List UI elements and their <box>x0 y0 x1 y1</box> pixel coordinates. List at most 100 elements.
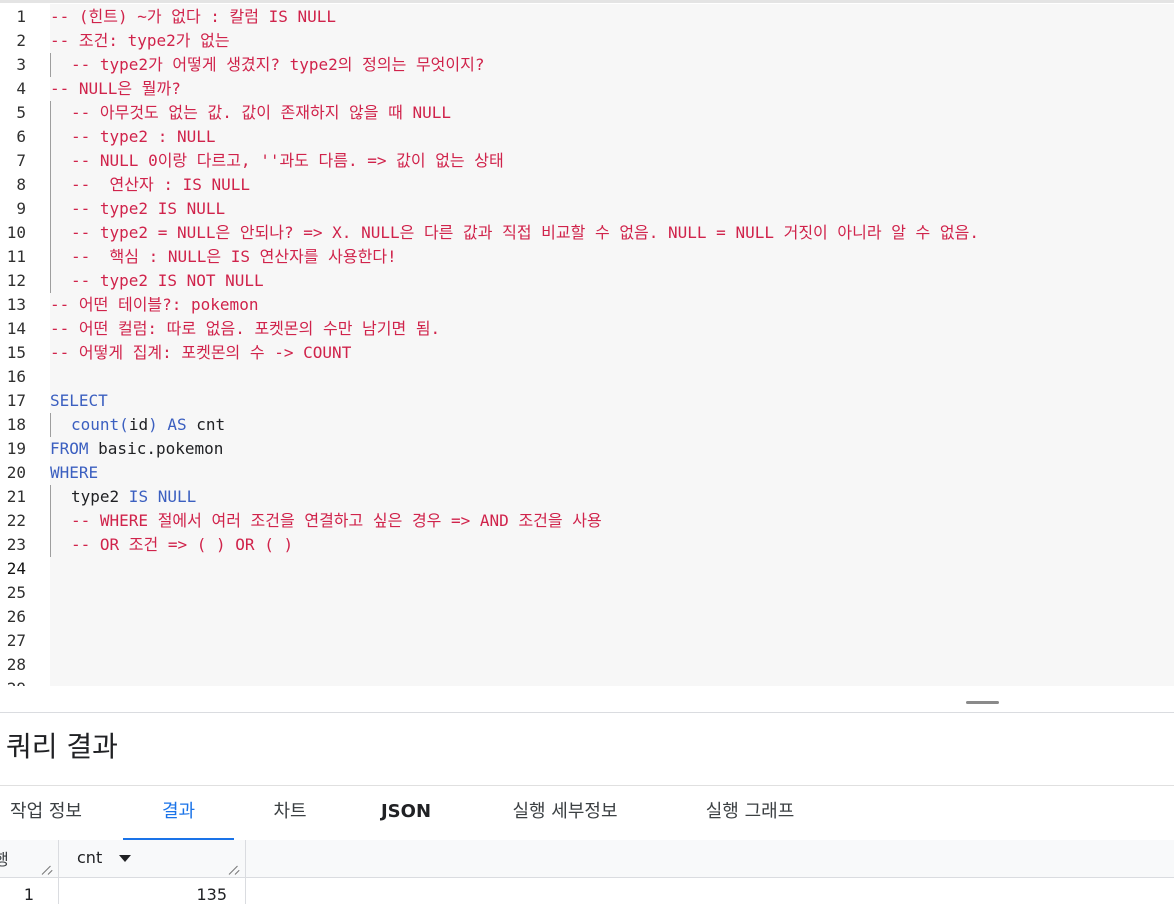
code-text: count(id) AS cnt <box>71 413 225 437</box>
drag-handle-icon[interactable] <box>966 701 999 704</box>
code-line: 25 <box>0 581 1174 605</box>
column-resize-icon[interactable] <box>229 863 241 875</box>
indent-guide <box>50 149 51 173</box>
column-header-cnt[interactable]: cnt <box>59 840 246 877</box>
code-line: 19 FROM basic.pokemon <box>0 437 1174 461</box>
line-number: 1 <box>16 7 26 26</box>
line-number: 28 <box>6 655 26 674</box>
code-text: -- OR 조건 => ( ) OR ( ) <box>71 533 293 557</box>
line-number: 11 <box>6 247 26 266</box>
indent-guide <box>50 533 51 557</box>
comment-token: -- OR 조건 => ( ) OR ( ) <box>71 535 294 554</box>
line-number: 22 <box>6 511 26 530</box>
code-line: 27 <box>0 629 1174 653</box>
keyword-token: FROM <box>50 439 89 458</box>
code-text: FROM basic.pokemon <box>50 437 223 461</box>
comment-token: -- 어떤 테이블?: pokemon <box>50 295 259 314</box>
tab-job-info[interactable]: 작업 정보 <box>0 786 92 840</box>
code-text: -- type2 IS NOT NULL <box>71 269 264 293</box>
line-number: 21 <box>6 487 26 506</box>
line-number: 25 <box>6 583 26 602</box>
code-text: type2 IS NULL <box>71 485 196 509</box>
code-line: 26 <box>0 605 1174 629</box>
identifier-token: cnt <box>196 415 226 434</box>
line-number: 24 <box>6 559 26 578</box>
code-line: 28 <box>0 653 1174 677</box>
tab-json[interactable]: JSON <box>360 786 452 840</box>
indent-guide <box>50 197 51 221</box>
code-text: -- 핵심 : NULL은 IS 연산자를 사용한다! <box>71 245 397 269</box>
code-line: 24 <box>0 557 1174 581</box>
indent-guide <box>50 269 51 293</box>
code-text: -- (힌트) ~가 없다 : 칼럼 IS NULL <box>50 5 336 29</box>
comment-token: -- NULL은 뭘까? <box>50 79 181 98</box>
comment-token: -- type2 = NULL은 안되나? => X. NULL은 다른 값과 … <box>71 223 979 242</box>
line-number: 23 <box>6 535 26 554</box>
line-number: 10 <box>6 223 26 242</box>
sql-editor[interactable]: 1 -- (힌트) ~가 없다 : 칼럼 IS NULL 2 -- 조건: type2… <box>0 4 1174 686</box>
cell-cnt[interactable]: 135 <box>59 878 246 904</box>
code-line: 13 -- 어떤 테이블?: pokemon <box>0 293 1174 317</box>
code-text: SELECT <box>50 389 108 413</box>
code-line: 21 type2 IS NULL <box>0 485 1174 509</box>
code-line: 1 -- (힌트) ~가 없다 : 칼럼 IS NULL <box>0 5 1174 29</box>
table-row: 1 135 <box>0 878 1174 904</box>
code-line: 17 SELECT <box>0 389 1174 413</box>
indent-guide <box>50 53 51 77</box>
tab-execution-details[interactable]: 실행 세부정보 <box>490 786 640 840</box>
pane-splitter[interactable] <box>0 686 1174 713</box>
code-line: 18 count(id) AS cnt <box>0 413 1174 437</box>
code-line: 9 -- type2 IS NULL <box>0 197 1174 221</box>
comment-token: -- 어떻게 집계: 포켓몬의 수 -> COUNT <box>50 343 352 362</box>
code-text: -- 어떤 테이블?: pokemon <box>50 293 258 317</box>
results-tabs: 작업 정보 결과 차트 JSON 실행 세부정보 실행 그래프 <box>0 785 1174 841</box>
line-number: 27 <box>6 631 26 650</box>
code-text: -- type2 : NULL <box>71 125 216 149</box>
code-line: 2 -- 조건: type2가 없는 <box>0 29 1174 53</box>
identifier-token: type2 <box>71 487 120 506</box>
code-line: 12 -- type2 IS NOT NULL <box>0 269 1174 293</box>
code-text: -- type2 IS NULL <box>71 197 225 221</box>
tab-execution-graph[interactable]: 실행 그래프 <box>680 786 820 840</box>
line-number: 26 <box>6 607 26 626</box>
tab-results[interactable]: 결과 <box>123 786 234 841</box>
comment-token: -- type2 : NULL <box>71 127 216 146</box>
keyword-token: SELECT <box>50 391 108 410</box>
sort-descending-icon[interactable] <box>119 855 131 862</box>
line-number: 5 <box>16 103 26 122</box>
line-number: 2 <box>16 31 26 50</box>
indent-guide <box>50 413 51 437</box>
code-line: 5 -- 아무것도 없는 값. 값이 존재하지 않을 때 NULL <box>0 101 1174 125</box>
column-resize-icon[interactable] <box>42 863 54 875</box>
code-text: -- type2 = NULL은 안되나? => X. NULL은 다른 값과 … <box>71 221 979 245</box>
top-border <box>0 0 1174 3</box>
code-line: 8 -- 연산자 : IS NULL <box>0 173 1174 197</box>
code-line: 6 -- type2 : NULL <box>0 125 1174 149</box>
line-number: 6 <box>16 127 26 146</box>
comment-token: -- WHERE 절에서 여러 조건을 연결하고 싶은 경우 => AND 조건… <box>71 511 602 530</box>
indent-guide <box>50 173 51 197</box>
code-line: 22 -- WHERE 절에서 여러 조건을 연결하고 싶은 경우 => AND … <box>0 509 1174 533</box>
indent-guide <box>50 221 51 245</box>
indent-guide <box>50 509 51 533</box>
code-line: 3 -- type2가 어떻게 생겼지? type2의 정의는 무엇이지? <box>0 53 1174 77</box>
comment-token: -- 조건: type2가 없는 <box>50 31 230 50</box>
line-number: 29 <box>0 677 26 686</box>
comment-token: -- 아무것도 없는 값. 값이 존재하지 않을 때 NULL <box>71 103 452 122</box>
results-grid-header: 행 cnt <box>0 840 1174 878</box>
line-number: 20 <box>6 463 26 482</box>
results-title: 쿼리 결과 <box>6 730 118 763</box>
row-number: 1 <box>0 878 59 904</box>
code-line: 14 -- 어떤 컬럼: 따로 없음. 포켓몬의 수만 남기면 됨. <box>0 317 1174 341</box>
comment-token: -- 연산자 : IS NULL <box>71 175 251 194</box>
line-number: 9 <box>16 199 26 218</box>
code-text: -- 조건: type2가 없는 <box>50 29 230 53</box>
tab-chart[interactable]: 차트 <box>250 786 330 840</box>
code-text: -- 어떻게 집계: 포켓몬의 수 -> COUNT <box>50 341 351 365</box>
comment-token: -- type2가 어떻게 생겼지? type2의 정의는 무엇이지? <box>71 55 485 74</box>
line-number: 16 <box>6 367 26 386</box>
keyword-token: ) <box>148 415 158 434</box>
code-line: 11 -- 핵심 : NULL은 IS 연산자를 사용한다! <box>0 245 1174 269</box>
line-number: 12 <box>6 271 26 290</box>
line-number: 18 <box>6 415 26 434</box>
